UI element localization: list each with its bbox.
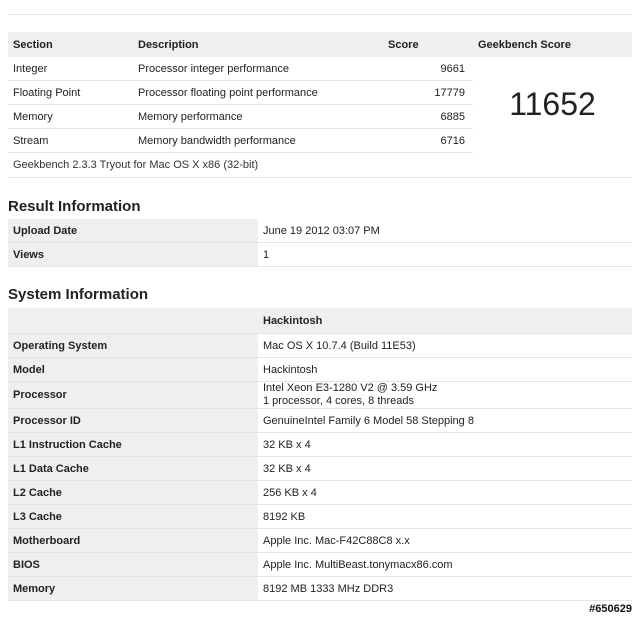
- table-row: L3 Cache 8192 KB: [8, 504, 632, 529]
- version-row: Geekbench 2.3.3 Tryout for Mac OS X x86 …: [8, 152, 632, 178]
- section-name: Memory: [8, 104, 133, 129]
- info-key: Motherboard: [8, 528, 258, 553]
- score-table: Section Description Score Geekbench Scor…: [8, 32, 632, 178]
- section-description: Memory bandwidth performance: [133, 128, 383, 153]
- table-row: BIOS Apple Inc. MultiBeast.tonymacx86.co…: [8, 552, 632, 577]
- result-information-heading: Result Information: [8, 198, 141, 215]
- section-name: Floating Point: [8, 80, 133, 105]
- info-key: L1 Instruction Cache: [8, 432, 258, 457]
- info-key: Model: [8, 357, 258, 382]
- table-row: L2 Cache 256 KB x 4: [8, 480, 632, 505]
- geekbench-total-score: 11652: [509, 86, 596, 123]
- info-value: Apple Inc. MultiBeast.tonymacx86.com: [258, 552, 632, 577]
- info-value: 8192 KB: [258, 504, 632, 529]
- top-divider: [8, 14, 632, 15]
- info-key: Processor ID: [8, 408, 258, 433]
- score-table-header: Section Description Score Geekbench Scor…: [8, 32, 632, 57]
- info-value: 32 KB x 4: [258, 432, 632, 457]
- info-value: 32 KB x 4: [258, 456, 632, 481]
- info-key: Upload Date: [8, 219, 258, 243]
- table-row: Processor ID GenuineIntel Family 6 Model…: [8, 408, 632, 433]
- info-value: Mac OS X 10.7.4 (Build 11E53): [258, 333, 632, 358]
- watermark-id: #650629: [589, 603, 632, 615]
- table-row: Model Hackintosh: [8, 357, 632, 382]
- info-key: Operating System: [8, 333, 258, 358]
- geekbench-version: Geekbench 2.3.3 Tryout for Mac OS X x86 …: [8, 152, 632, 178]
- table-row: L1 Data Cache 32 KB x 4: [8, 456, 632, 481]
- section-description: Processor integer performance: [133, 57, 383, 81]
- table-row: Memory 8192 MB 1333 MHz DDR3: [8, 576, 632, 601]
- info-key: Views: [8, 242, 258, 267]
- info-value: GenuineIntel Family 6 Model 58 Stepping …: [258, 408, 632, 433]
- info-key: Processor: [8, 381, 258, 409]
- info-value: Hackintosh: [258, 357, 632, 382]
- section-description: Processor floating point performance: [133, 80, 383, 105]
- table-row: Views 1: [8, 242, 632, 267]
- info-value: 256 KB x 4: [258, 480, 632, 505]
- table-row: Processor Intel Xeon E3-1280 V2 @ 3.59 G…: [8, 381, 632, 409]
- col-description: Description: [133, 32, 383, 57]
- section-score: 9661: [383, 57, 473, 81]
- section-score: 17779: [383, 80, 473, 105]
- col-section: Section: [8, 32, 133, 57]
- section-description: Memory performance: [133, 104, 383, 129]
- info-key: L1 Data Cache: [8, 456, 258, 481]
- section-score: 6716: [383, 128, 473, 153]
- table-row: Motherboard Apple Inc. Mac-F42C88C8 x.x: [8, 528, 632, 553]
- section-score: 6885: [383, 104, 473, 129]
- info-key: L2 Cache: [8, 480, 258, 505]
- system-table-header: Hackintosh: [8, 308, 632, 334]
- result-information-table: Upload Date June 19 2012 03:07 PM Views …: [8, 219, 632, 267]
- col-score: Score: [383, 32, 473, 57]
- processor-model: Intel Xeon E3-1280 V2 @ 3.59 GHz: [263, 382, 438, 394]
- system-information-heading: System Information: [8, 286, 149, 303]
- info-value: 8192 MB 1333 MHz DDR3: [258, 576, 632, 601]
- system-name: Hackintosh: [258, 308, 632, 334]
- info-value-multiline: Intel Xeon E3-1280 V2 @ 3.59 GHz 1 proce…: [258, 381, 632, 409]
- system-information-table: Hackintosh Operating System Mac OS X 10.…: [8, 308, 632, 601]
- info-value: 1: [258, 242, 632, 267]
- info-key: L3 Cache: [8, 504, 258, 529]
- info-value: Apple Inc. Mac-F42C88C8 x.x: [258, 528, 632, 553]
- table-row: Integer Processor integer performance 96…: [8, 57, 632, 122]
- table-row: Upload Date June 19 2012 03:07 PM: [8, 219, 632, 243]
- info-key: BIOS: [8, 552, 258, 577]
- section-name: Integer: [8, 57, 133, 81]
- header-blank: [8, 308, 258, 334]
- table-row: Operating System Mac OS X 10.7.4 (Build …: [8, 333, 632, 358]
- info-value: June 19 2012 03:07 PM: [258, 219, 632, 243]
- info-key: Memory: [8, 576, 258, 601]
- col-geekbench-score: Geekbench Score: [473, 32, 632, 57]
- section-name: Stream: [8, 128, 133, 153]
- processor-topology: 1 processor, 4 cores, 8 threads: [263, 395, 415, 407]
- table-row: L1 Instruction Cache 32 KB x 4: [8, 432, 632, 457]
